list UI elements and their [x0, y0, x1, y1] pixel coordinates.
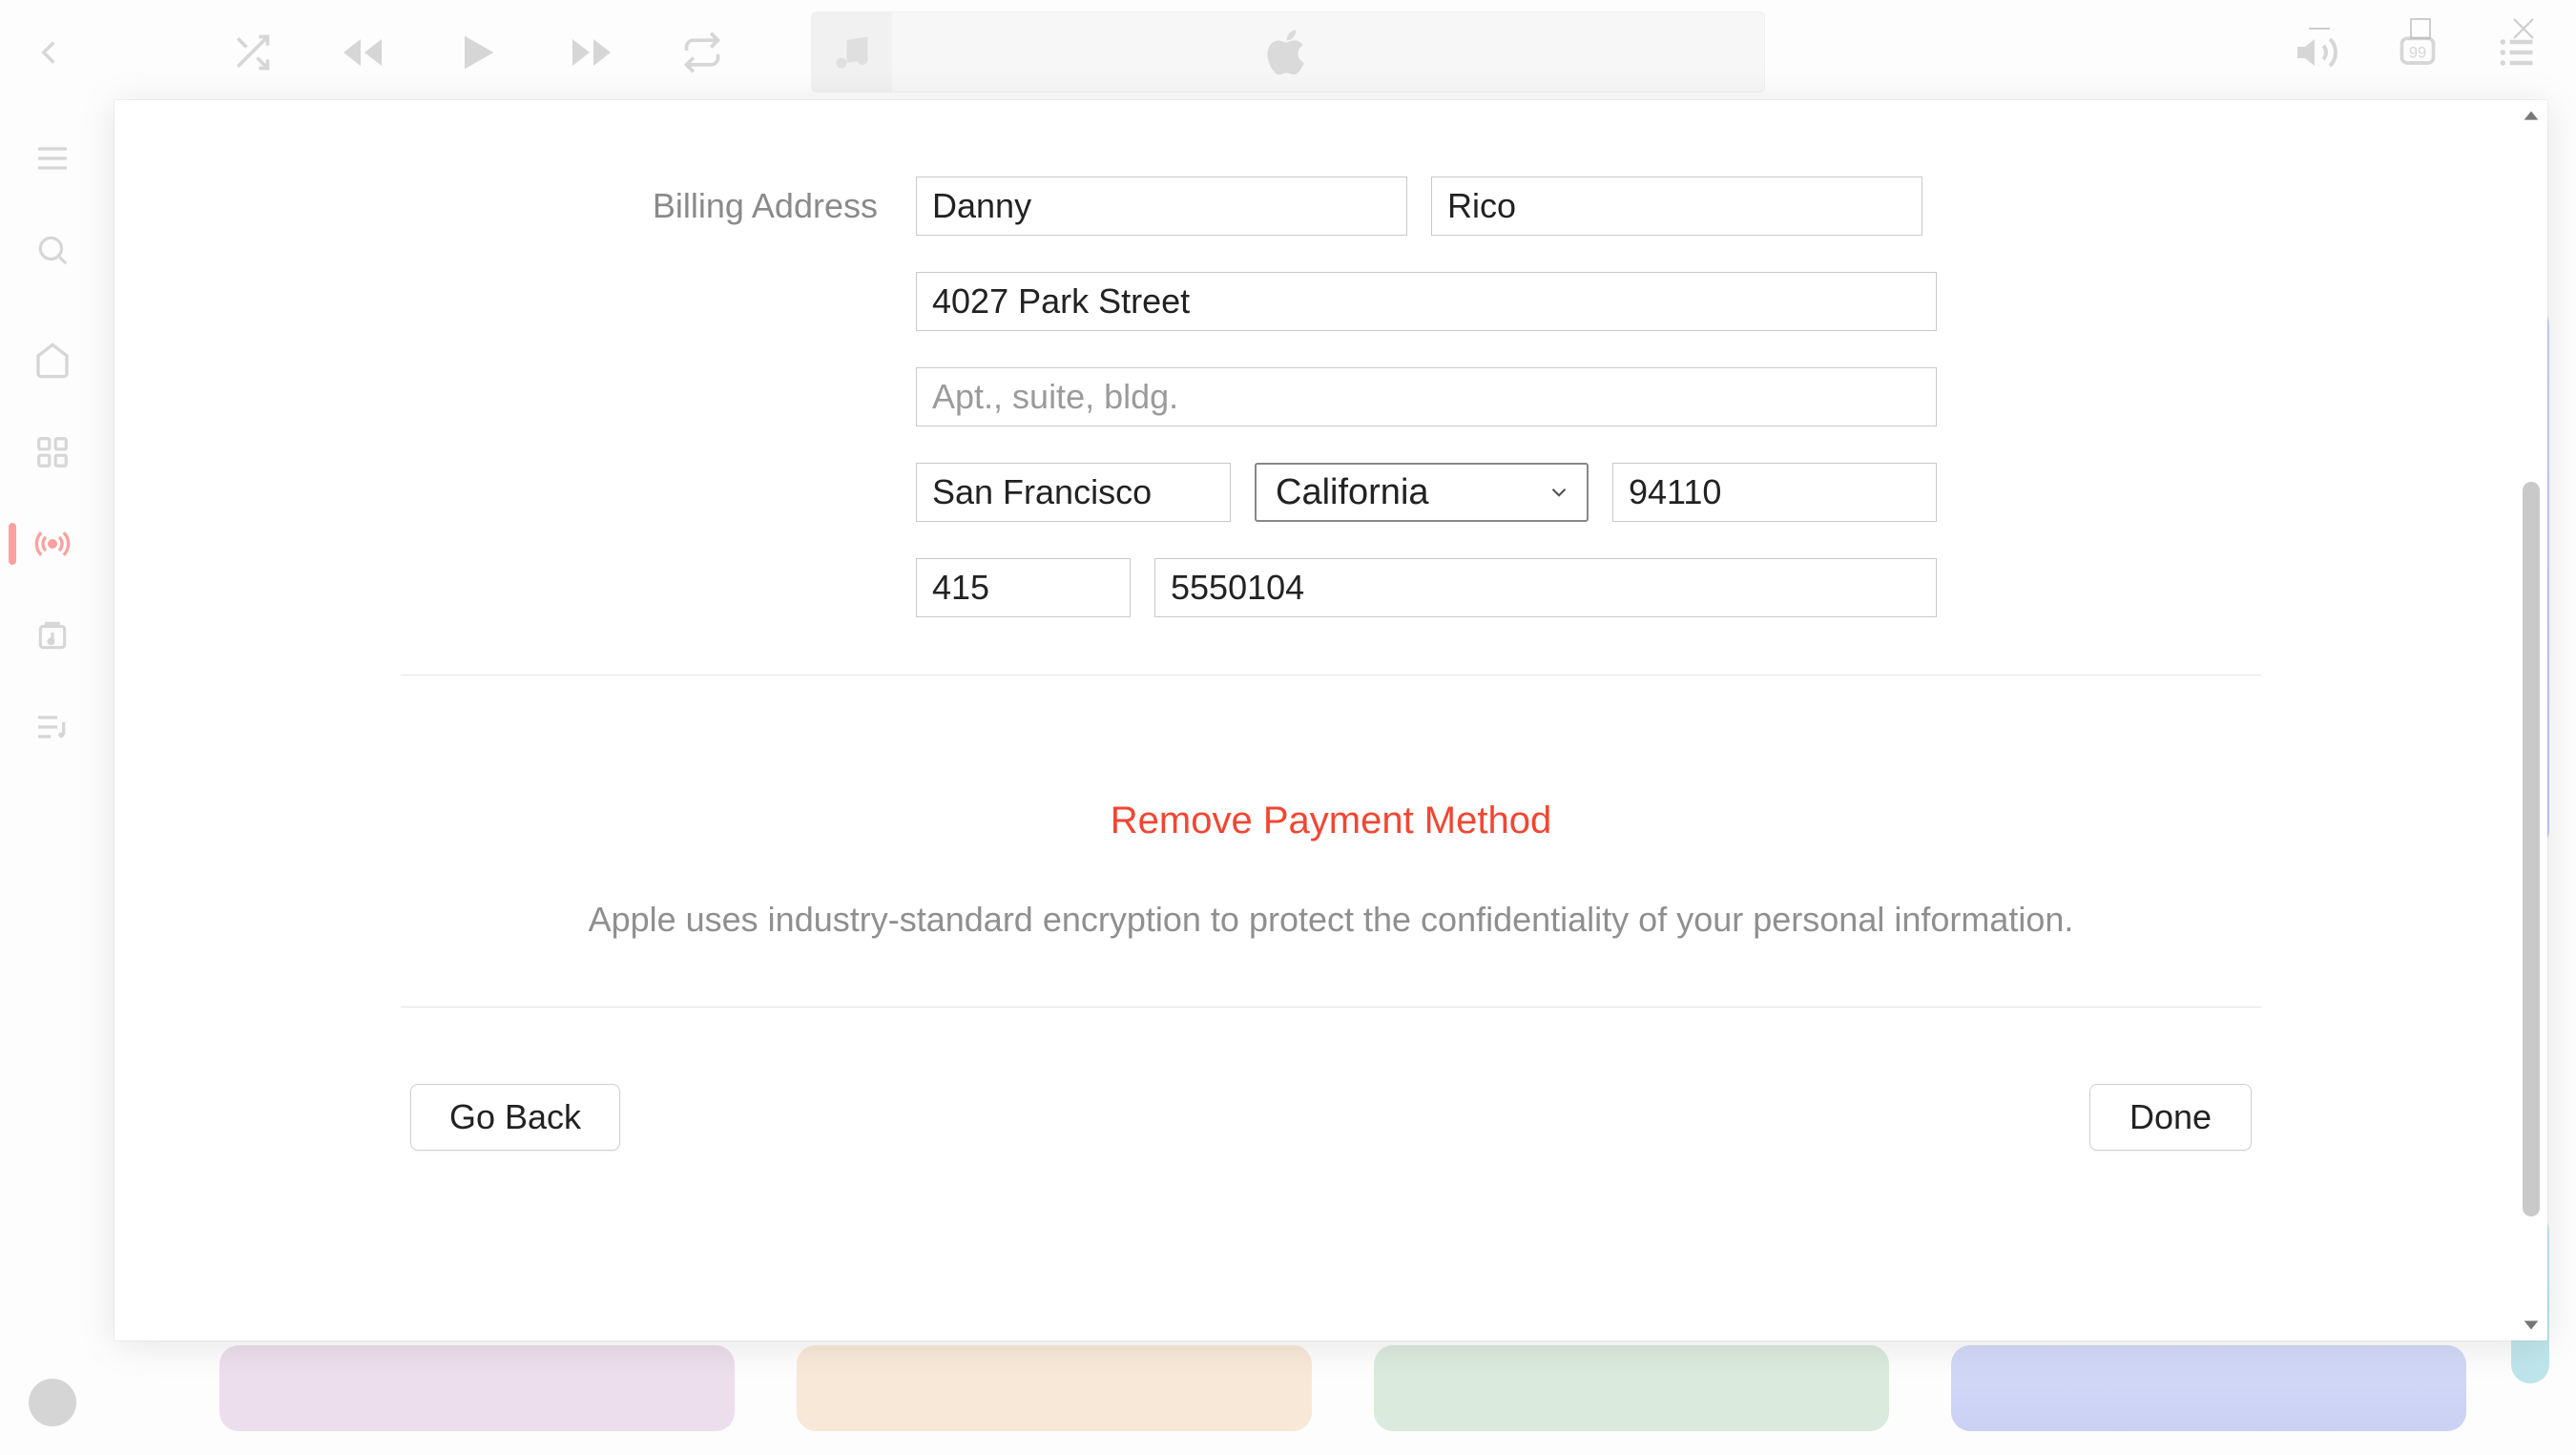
back-icon[interactable] — [29, 32, 69, 73]
zip-field[interactable] — [1612, 463, 1937, 522]
library-icon[interactable] — [33, 616, 72, 655]
apt-field[interactable] — [916, 367, 1937, 426]
chevron-down-icon — [1547, 480, 1571, 505]
phone-area-field[interactable] — [916, 558, 1131, 617]
state-select[interactable]: California — [1255, 463, 1589, 522]
payment-method-modal: Billing Address Califo — [114, 100, 2547, 1341]
first-name-field[interactable] — [916, 177, 1407, 236]
go-back-button[interactable]: Go Back — [410, 1084, 620, 1151]
bg-card — [1374, 1345, 1889, 1431]
encryption-notice: Apple uses industry-standard encryption … — [401, 900, 2261, 940]
app-toolbar: 99 — [0, 0, 2576, 105]
scroll-down-icon[interactable] — [2521, 1314, 2542, 1335]
sidebar — [0, 105, 105, 1455]
street-field[interactable] — [916, 272, 1937, 331]
lyrics-icon[interactable]: 99 — [2397, 31, 2439, 73]
sidebar-menu-icon[interactable] — [33, 139, 72, 177]
divider — [401, 1007, 2261, 1008]
done-button[interactable]: Done — [2089, 1084, 2252, 1151]
browse-icon[interactable] — [33, 433, 72, 471]
shuffle-icon[interactable] — [231, 31, 273, 73]
bg-card — [1951, 1345, 2466, 1431]
play-icon[interactable] — [452, 28, 502, 77]
music-note-icon — [811, 11, 892, 93]
volume-icon[interactable] — [2294, 30, 2339, 75]
remove-payment-method-link[interactable]: Remove Payment Method — [401, 800, 2261, 842]
billing-address-label: Billing Address — [401, 177, 916, 236]
svg-text:99: 99 — [2409, 45, 2426, 62]
profile-avatar[interactable] — [29, 1379, 76, 1426]
home-icon[interactable] — [33, 342, 72, 380]
playlists-icon[interactable] — [33, 708, 72, 746]
scrollbar-thumb[interactable] — [2523, 482, 2540, 1216]
search-icon[interactable] — [33, 231, 72, 269]
city-field[interactable] — [916, 463, 1231, 522]
bg-card — [797, 1345, 1312, 1431]
repeat-icon[interactable] — [681, 31, 723, 73]
state-select-value: California — [1276, 472, 1429, 513]
now-playing-display — [811, 11, 1765, 93]
radio-icon[interactable] — [33, 525, 72, 563]
phone-number-field[interactable] — [1154, 558, 1937, 617]
apple-logo-icon — [1264, 29, 1312, 76]
last-name-field[interactable] — [1431, 177, 1922, 236]
next-track-icon[interactable] — [569, 30, 614, 75]
bg-card — [219, 1345, 735, 1431]
previous-track-icon[interactable] — [340, 30, 385, 75]
divider — [401, 675, 2261, 676]
queue-icon[interactable] — [2496, 31, 2538, 73]
